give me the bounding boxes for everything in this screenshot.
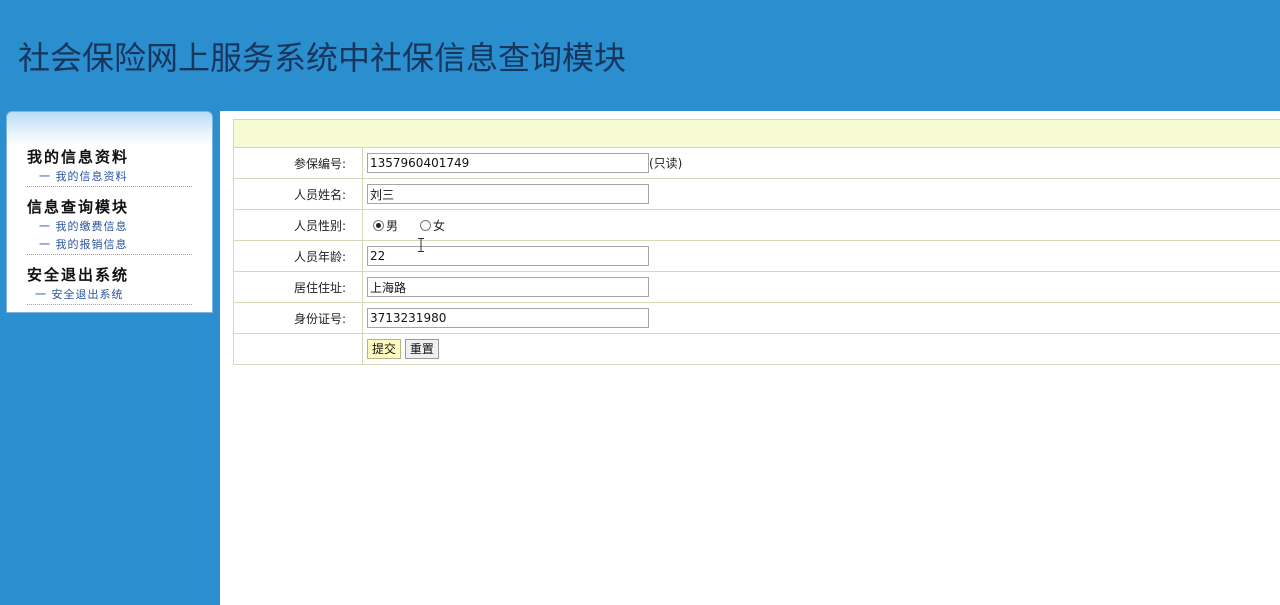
gender-female-label: 女 — [433, 218, 446, 233]
header-bar: 社会保险网上服务系统中社保信息查询模块 — [0, 0, 1280, 110]
gender-label: 人员性别: — [233, 209, 363, 241]
form-row-age: 人员年龄: — [233, 240, 1280, 272]
text-cursor-icon — [418, 238, 424, 252]
menu-item-payment-info[interactable]: 一 我的缴费信息 — [27, 218, 192, 236]
name-label: 人员姓名: — [233, 178, 363, 210]
id-no-input[interactable] — [367, 308, 649, 328]
actions-label-cell — [233, 333, 363, 365]
form-header-row — [233, 119, 1280, 148]
form-row-name: 人员姓名: — [233, 178, 1280, 210]
id-no-label: 身份证号: — [233, 302, 363, 334]
address-label: 居住住址: — [233, 271, 363, 303]
submit-button[interactable]: 提交 — [367, 339, 402, 359]
menu-item-logout[interactable]: 一 安全退出系统 — [27, 286, 192, 304]
gender-male-radio[interactable] — [373, 219, 384, 231]
menu-group-query: 信息查询模块 一 我的缴费信息 一 我的报销信息 — [27, 196, 192, 255]
form-row-address: 居住住址: — [233, 271, 1280, 303]
menu-group-logout: 安全退出系统 一 安全退出系统 — [27, 264, 192, 305]
sidebar-menu: 我的信息资料 一 我的信息资料 信息查询模块 一 我的缴费信息 一 我的报销信息… — [6, 111, 213, 313]
form-row-id-no: 身份证号: — [233, 302, 1280, 334]
page-title: 社会保险网上服务系统中社保信息查询模块 — [18, 39, 627, 77]
menu-item-reimbursement-info[interactable]: 一 我的报销信息 — [27, 236, 192, 254]
menu-group-my-info: 我的信息资料 一 我的信息资料 — [27, 146, 192, 187]
insurance-no-label: 参保编号: — [233, 147, 363, 179]
age-cell — [362, 240, 1280, 272]
actions-cell: 提交 重置 — [362, 333, 1280, 365]
menu-divider — [27, 304, 192, 305]
age-label: 人员年龄: — [233, 240, 363, 272]
gender-female-radio[interactable] — [420, 219, 432, 231]
main-content: 参保编号: (只读) 人员姓名: 人员性别: 男女 人员年龄: 居住住址: — [220, 111, 1280, 605]
form-row-gender: 人员性别: 男女 — [233, 209, 1280, 241]
address-input[interactable] — [367, 277, 649, 297]
id-no-cell — [362, 302, 1280, 334]
insurance-no-cell: (只读) — [362, 147, 1280, 179]
form-header-cell — [233, 119, 1280, 148]
gender-male-label: 男 — [386, 218, 399, 233]
address-cell — [362, 271, 1280, 303]
form-row-insurance-no: 参保编号: (只读) — [233, 147, 1280, 179]
name-input[interactable] — [367, 184, 649, 204]
reset-button[interactable]: 重置 — [404, 339, 439, 359]
menu-title-logout: 安全退出系统 — [27, 266, 130, 284]
menu-divider — [27, 254, 192, 255]
insurance-no-input[interactable] — [367, 153, 649, 173]
menu-divider — [27, 186, 192, 187]
age-input[interactable] — [367, 246, 649, 266]
gender-cell: 男女 — [362, 209, 1280, 241]
menu-item-my-info[interactable]: 一 我的信息资料 — [27, 168, 192, 186]
menu-title-my-info: 我的信息资料 — [27, 148, 130, 166]
menu-title-query: 信息查询模块 — [27, 198, 130, 216]
name-cell — [362, 178, 1280, 210]
personal-info-form: 参保编号: (只读) 人员姓名: 人员性别: 男女 人员年龄: 居住住址: — [233, 119, 1280, 365]
readonly-note: (只读) — [649, 156, 683, 171]
form-row-actions: 提交 重置 — [233, 333, 1280, 365]
